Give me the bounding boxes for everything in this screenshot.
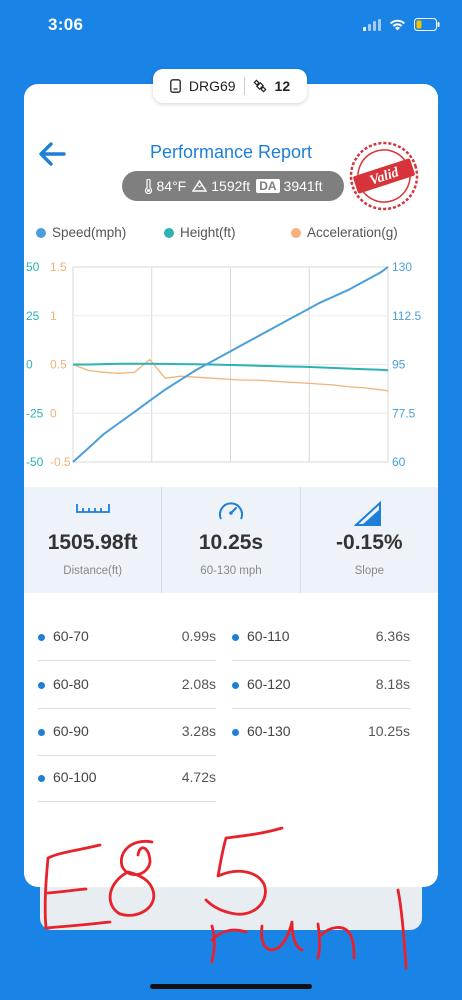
ruler-icon <box>75 504 110 513</box>
split-label: 60-90 <box>53 723 89 739</box>
split-time: 6.36s <box>375 628 410 644</box>
split-dot <box>38 634 45 641</box>
stat-time: 10.25s 60-130 mph <box>161 487 299 593</box>
split-item: 60-70 0.99s <box>38 615 224 661</box>
legend-speed: Speed(mph) <box>36 225 126 240</box>
satellite-icon <box>253 79 267 93</box>
status-time: 3:06 <box>48 15 84 34</box>
performance-chart: 50 25 0 -25 -50 1.5 1 0.5 0 -0.5 130 112.5 95 77.5 60 <box>24 252 438 474</box>
distance-label: Distance(ft) <box>63 565 123 577</box>
legend-height: Height(ft) <box>164 225 236 240</box>
split-dot <box>38 729 45 736</box>
accel-tick-label: -0.5 <box>50 455 71 469</box>
legend-accel-dot <box>291 227 301 238</box>
split-item: 60-80 2.08s <box>38 663 224 709</box>
legend-speed-dot <box>36 227 46 238</box>
slope-value: -0.15% <box>336 531 403 554</box>
legend-speed-label: Speed(mph) <box>52 225 127 240</box>
report-card: Performance Report 84°F 1592ft DA 3941ft… <box>24 84 438 887</box>
split-item: 60-90 3.28s <box>38 710 224 756</box>
split-item: 60-100 4.72s <box>38 756 224 802</box>
speed-tick-label: 112.5 <box>392 309 421 323</box>
divider <box>38 708 216 709</box>
split-dot <box>232 729 239 736</box>
split-label: 60-120 <box>247 676 291 692</box>
density-altitude: DA 3941ft <box>256 178 322 194</box>
status-bar: 3:06 <box>0 0 462 50</box>
split-dot <box>232 682 239 689</box>
pill-divider <box>243 77 245 95</box>
signal-icon <box>363 18 381 31</box>
legend-height-label: Height(ft) <box>180 225 236 240</box>
satellite-count: 12 <box>274 78 291 94</box>
stat-distance: 1505.98ft Distance(ft) <box>24 487 161 593</box>
divider <box>232 660 410 661</box>
split-label: 60-80 <box>53 676 89 692</box>
accel-tick-label: 1 <box>50 309 57 323</box>
stat-slope: -0.15% Slope <box>299 487 438 593</box>
split-item: 60-120 8.18s <box>232 663 418 709</box>
wifi-icon <box>390 19 405 30</box>
height-tick-label: 50 <box>26 260 40 274</box>
split-label: 60-100 <box>53 769 97 785</box>
distance-value: 1505.98ft <box>47 531 138 554</box>
speed-tick-label: 130 <box>392 260 412 274</box>
legend-accel-label: Acceleration(g) <box>307 225 398 240</box>
split-time: 10.25s <box>367 723 410 739</box>
split-time: 0.99s <box>181 628 216 644</box>
device-pill[interactable]: DRG69 12 <box>153 69 307 103</box>
device-name: DRG69 <box>188 78 236 94</box>
height-tick-label: 0 <box>26 358 33 372</box>
legend-accel: Acceleration(g) <box>291 225 398 240</box>
time-value: 10.25s <box>198 531 264 554</box>
card-backdrop <box>40 884 422 930</box>
speed-tick-label: 77.5 <box>392 406 416 420</box>
split-item: 60-130 10.25s <box>232 710 418 756</box>
accel-tick-label: 0 <box>50 406 57 420</box>
status-icons <box>363 18 440 31</box>
divider <box>232 708 410 709</box>
split-label: 60-130 <box>247 723 291 739</box>
temperature-value: 84°F <box>156 178 187 194</box>
split-item: 60-110 6.36s <box>232 615 418 661</box>
altitude: 1592ft <box>192 178 250 194</box>
split-label: 60-70 <box>53 628 89 644</box>
slope-icon <box>354 501 382 526</box>
density-altitude-value: 3941ft <box>283 178 323 194</box>
height-tick-label: -25 <box>26 406 44 420</box>
thermometer-icon <box>144 178 152 194</box>
split-time: 4.72s <box>181 769 216 785</box>
battery-icon <box>414 18 440 31</box>
accel-tick-label: 1.5 <box>50 260 67 274</box>
divider <box>38 801 216 802</box>
split-dot <box>38 775 45 782</box>
split-time: 3.28s <box>181 723 216 739</box>
split-dot <box>232 634 239 641</box>
accel-tick-label: 0.5 <box>50 358 67 372</box>
da-label: DA <box>256 179 280 193</box>
chart-svg: 50 25 0 -25 -50 1.5 1 0.5 0 -0.5 130 112.5 95 77.5 60 <box>26 260 421 469</box>
split-dot <box>38 682 45 689</box>
time-label: 60-130 mph <box>200 565 262 577</box>
mountain-icon <box>192 180 208 192</box>
height-tick-label: 25 <box>26 309 40 323</box>
device-icon <box>170 79 181 93</box>
split-time: 8.18s <box>375 676 410 692</box>
stats-row: 1505.98ft Distance(ft) 10.25s 60-130 mph… <box>24 487 438 593</box>
height-tick-label: -50 <box>26 455 44 469</box>
speed-tick-label: 95 <box>392 358 406 372</box>
speed-tick-label: 60 <box>392 455 406 469</box>
split-time: 2.08s <box>181 676 216 692</box>
conditions-pill: 84°F 1592ft DA 3941ft <box>122 171 344 201</box>
divider <box>38 660 216 661</box>
split-label: 60-110 <box>247 628 290 644</box>
legend-height-dot <box>164 227 174 238</box>
speedometer-icon <box>219 502 243 520</box>
temperature: 84°F <box>144 178 187 194</box>
home-indicator[interactable] <box>150 984 312 989</box>
slope-label: Slope <box>354 565 385 577</box>
altitude-value: 1592ft <box>211 178 251 194</box>
